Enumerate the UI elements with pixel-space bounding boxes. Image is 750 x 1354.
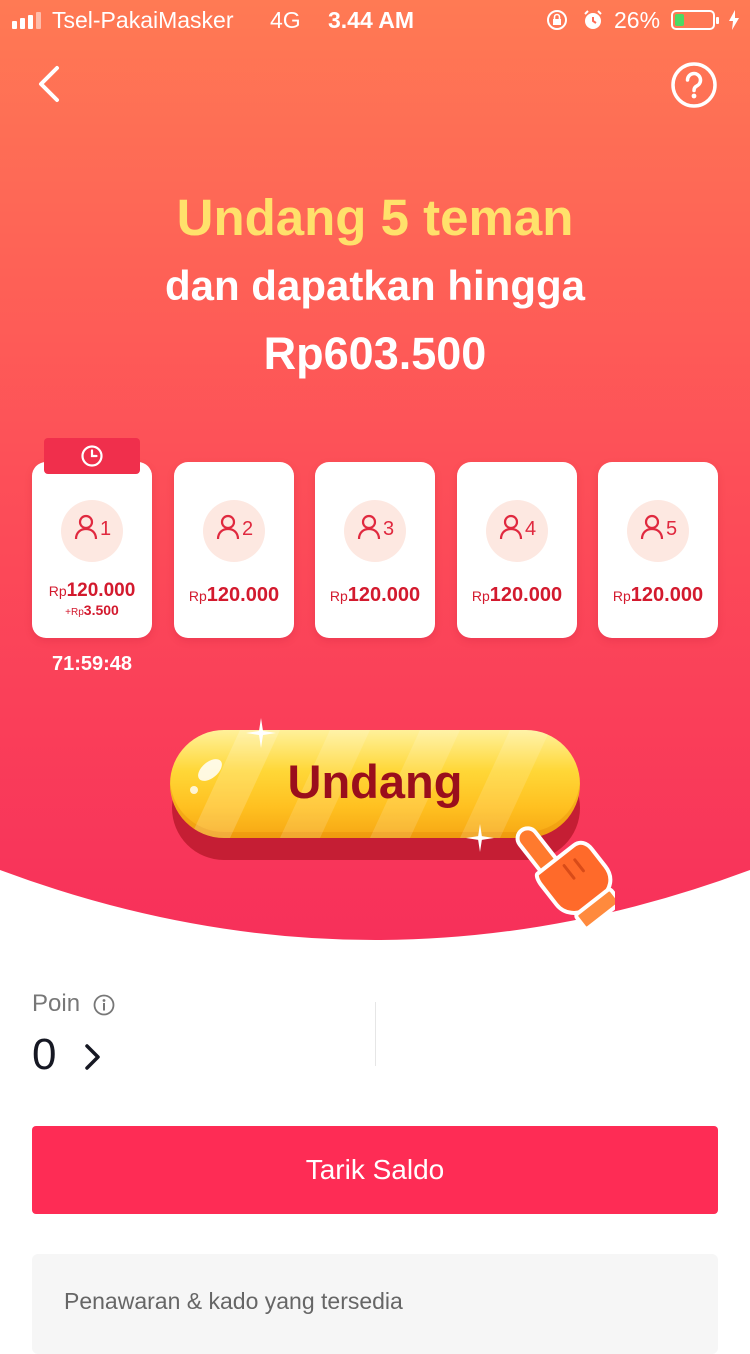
headline-subtitle: dan dapatkan hingga (164, 262, 586, 309)
points-label: Poin (32, 990, 81, 1017)
carrier-name: Tsel-PakaiMasker (52, 7, 234, 33)
points-divider (375, 1002, 376, 1066)
user-icon (357, 514, 381, 540)
info-icon[interactable] (93, 994, 115, 1016)
battery-percent: 26% (614, 7, 661, 33)
reward-value: 120.000 (66, 580, 136, 601)
reward-value: 120.000 (347, 584, 421, 606)
reward-card-3: 3 Rp120.000 (315, 462, 435, 638)
friend-avatar-circle: 5 (627, 500, 689, 562)
reward-step-number: 5 (666, 518, 678, 540)
reward-value: 120.000 (489, 584, 563, 606)
sparkle-icon (466, 824, 494, 852)
reward-card-2: 2 Rp120.000 (174, 462, 294, 638)
reward-amount: Rp120.000 (32, 580, 152, 602)
reward-bonus-prefix: +Rp (65, 607, 84, 618)
reward-amount: Rp120.000 (315, 584, 435, 607)
user-icon (216, 514, 240, 540)
signal-icon (12, 12, 41, 29)
reward-currency: Rp (188, 588, 207, 604)
reward-card-5: 5 Rp120.000 (598, 462, 718, 638)
back-chevron-icon[interactable] (30, 62, 74, 106)
withdraw-button[interactable]: Tarik Saldo (32, 1126, 718, 1214)
orientation-lock-icon (547, 10, 567, 30)
reward-currency: Rp (471, 588, 490, 604)
pointing-hand-icon (515, 826, 615, 931)
offers-section: Penawaran & kado yang tersedia (32, 1254, 718, 1354)
sparkle-icon (246, 718, 276, 748)
clock-icon (81, 445, 103, 467)
reward-currency: Rp (612, 588, 631, 604)
points-value[interactable]: 0 (32, 1030, 56, 1080)
offers-title: Penawaran & kado yang tersedia (64, 1288, 403, 1314)
network-type: 4G (270, 7, 301, 33)
reward-amount: Rp120.000 (598, 584, 718, 607)
reward-step-number: 1 (100, 518, 112, 540)
reward-value: 120.000 (206, 584, 280, 606)
timer-tag (44, 438, 140, 474)
friend-avatar-circle: 4 (486, 500, 548, 562)
friend-avatar-circle: 3 (344, 500, 406, 562)
friend-avatar-circle: 1 (61, 500, 123, 562)
reward-bonus: +Rp3.500 (32, 602, 152, 618)
reward-step-number: 2 (242, 518, 254, 540)
reward-amount: Rp120.000 (174, 584, 294, 607)
headline-invite-count: Undang 5 teman (176, 189, 574, 246)
user-icon (640, 514, 664, 540)
alarm-icon (584, 10, 602, 29)
invite-hero: Tsel-PakaiMasker 4G 3.44 AM 26% Undang 5… (0, 0, 750, 945)
friend-avatar-circle: 2 (203, 500, 265, 562)
reward-amount: Rp120.000 (457, 584, 577, 607)
reward-card-4: 4 Rp120.000 (457, 462, 577, 638)
help-question-icon[interactable] (670, 61, 718, 109)
headline-total-amount: Rp603.500 (263, 328, 487, 379)
user-icon (499, 514, 523, 540)
user-icon (74, 514, 98, 540)
status-time: 3.44 AM (328, 7, 415, 33)
status-bar: Tsel-PakaiMasker 4G 3.44 AM 26% (0, 0, 750, 40)
chevron-right-icon[interactable] (82, 1042, 104, 1072)
reward-currency: Rp (329, 588, 348, 604)
invite-button-label: Undang (287, 755, 463, 808)
reward-step-number: 3 (383, 518, 395, 540)
reward-bonus-value: 3.500 (83, 602, 119, 618)
battery-level (675, 14, 684, 26)
battery-icon (671, 10, 719, 30)
countdown-timer: 71:59:48 (51, 653, 133, 675)
charging-icon (729, 10, 739, 30)
reward-card-1: 1 Rp120.000 +Rp3.500 (32, 462, 152, 638)
reward-currency: Rp (48, 583, 67, 599)
reward-value: 120.000 (630, 584, 704, 606)
reward-step-number: 4 (525, 518, 537, 540)
